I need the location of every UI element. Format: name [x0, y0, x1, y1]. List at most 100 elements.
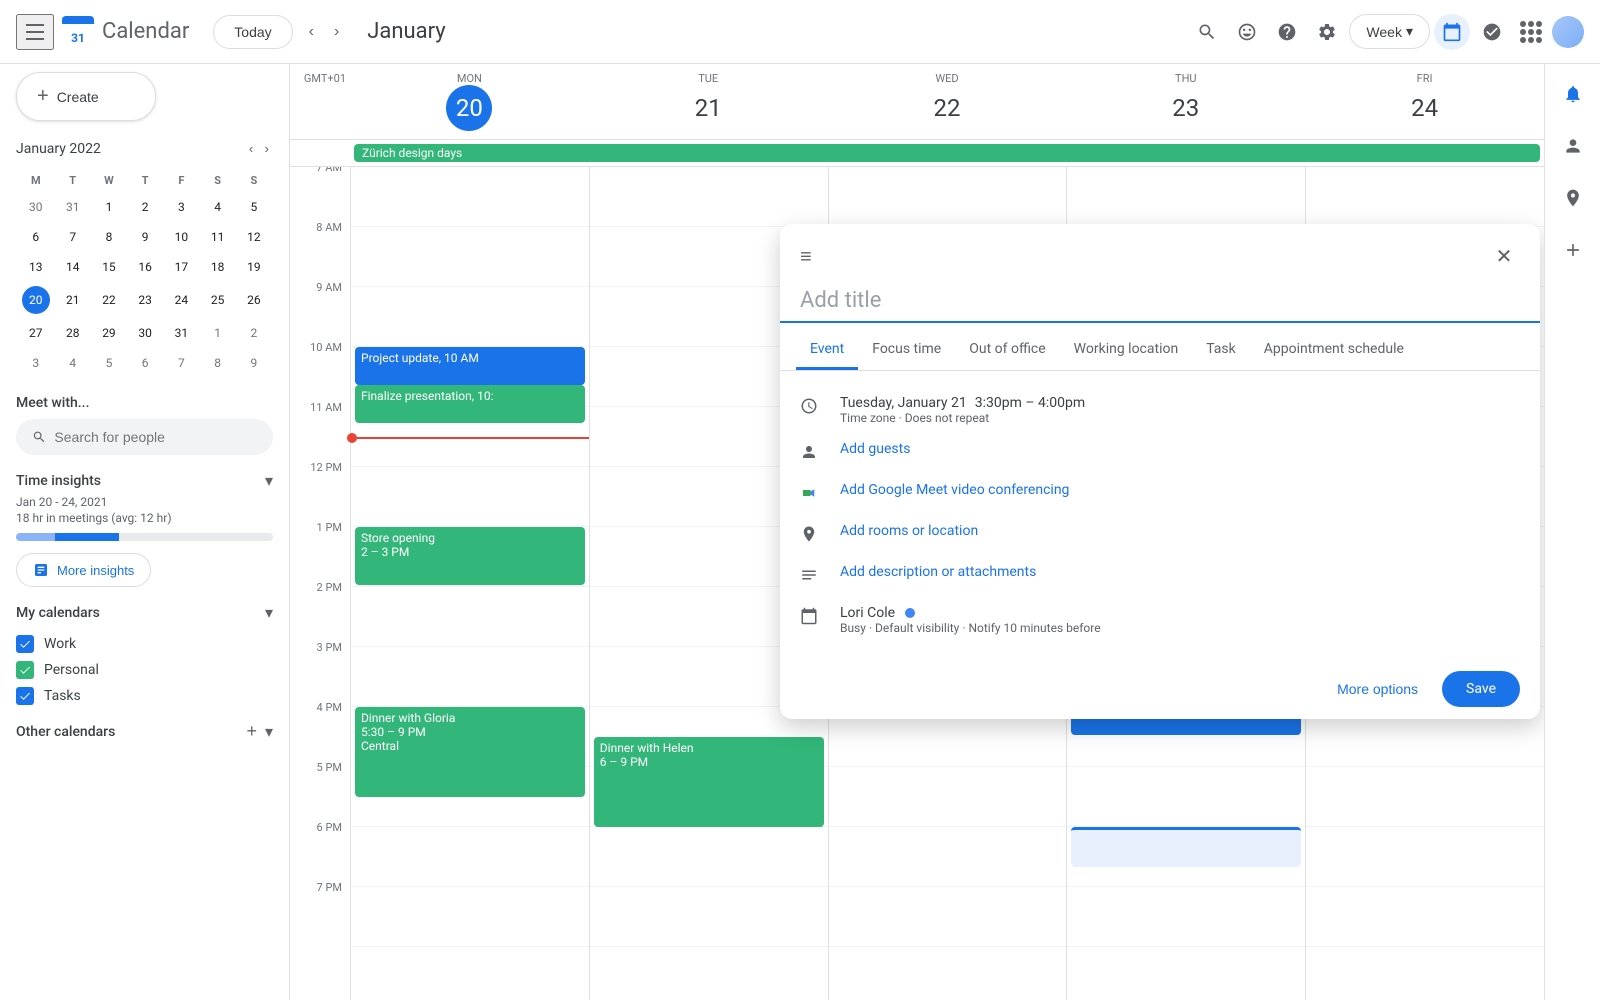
- mini-cal-day[interactable]: 8: [92, 223, 126, 251]
- contacts-icon[interactable]: [1555, 128, 1591, 164]
- other-cal-collapse[interactable]: ▾: [265, 717, 273, 746]
- work-checkbox[interactable]: [16, 635, 34, 653]
- user-avatar[interactable]: [1552, 16, 1584, 48]
- tab-event[interactable]: Event: [796, 331, 858, 370]
- more-insights-button[interactable]: More insights: [16, 553, 151, 587]
- tab-task[interactable]: Task: [1192, 331, 1250, 370]
- mini-cal-today-cell[interactable]: 20: [18, 283, 54, 317]
- mini-cal-day[interactable]: 4: [56, 349, 90, 377]
- event-timezone[interactable]: Time zone · Does not repeat: [840, 411, 1085, 425]
- mini-cal-day[interactable]: 29: [92, 319, 126, 347]
- other-calendars-header: Other calendars + ▾: [16, 717, 273, 746]
- today-button[interactable]: Today: [213, 15, 292, 49]
- more-insights-label: More insights: [57, 563, 134, 578]
- mini-cal-day[interactable]: 14: [56, 253, 90, 281]
- mini-cal-day[interactable]: 9: [237, 349, 271, 377]
- tab-appointment[interactable]: Appointment schedule: [1250, 331, 1418, 370]
- mini-cal-day[interactable]: 30: [18, 193, 54, 221]
- event-title-input[interactable]: [780, 280, 1540, 323]
- maps-icon[interactable]: [1555, 180, 1591, 216]
- mini-cal-day[interactable]: 10: [164, 223, 198, 251]
- mini-cal-day[interactable]: 1: [200, 319, 234, 347]
- tab-out-of-office[interactable]: Out of office: [955, 331, 1059, 370]
- calendar-item-tasks[interactable]: Tasks: [16, 683, 273, 709]
- tab-focus-time[interactable]: Focus time: [858, 331, 955, 370]
- mini-cal-day[interactable]: 27: [18, 319, 54, 347]
- mini-cal-day[interactable]: 13: [18, 253, 54, 281]
- settings-button[interactable]: [1309, 14, 1345, 50]
- tasks-button[interactable]: [1474, 14, 1510, 50]
- prev-period-button[interactable]: ‹: [301, 15, 322, 49]
- mini-cal-day[interactable]: 6: [128, 349, 162, 377]
- modal-close-button[interactable]: ✕: [1488, 240, 1520, 272]
- apps-button[interactable]: [1514, 15, 1548, 49]
- mini-cal-day[interactable]: 30: [128, 319, 162, 347]
- create-button[interactable]: + Create: [16, 72, 156, 121]
- mini-cal-next[interactable]: ›: [261, 137, 273, 160]
- mini-cal-day[interactable]: 24: [164, 283, 198, 317]
- view-selector[interactable]: Week ▾: [1349, 14, 1430, 49]
- tasks-checkbox[interactable]: [16, 687, 34, 705]
- mini-cal-day[interactable]: 4: [200, 193, 234, 221]
- search-people-input[interactable]: [54, 429, 257, 445]
- feedback-button[interactable]: [1229, 14, 1265, 50]
- menu-button[interactable]: [16, 14, 54, 50]
- mini-cal-day[interactable]: 23: [128, 283, 162, 317]
- mini-cal-day[interactable]: 2: [128, 193, 162, 221]
- owner-content: Lori Cole Busy · Default visibility · No…: [840, 605, 1101, 635]
- mini-cal-day[interactable]: 9: [128, 223, 162, 251]
- mini-cal-day[interactable]: 17: [164, 253, 198, 281]
- add-description-link[interactable]: Add description or attachments: [840, 564, 1036, 580]
- mini-cal-day[interactable]: 31: [56, 193, 90, 221]
- time-insights-hours: 18 hr in meetings (avg: 12 hr): [16, 511, 273, 525]
- mini-cal-day[interactable]: 18: [200, 253, 234, 281]
- tab-working-location[interactable]: Working location: [1060, 331, 1193, 370]
- mini-cal-day[interactable]: 8: [200, 349, 234, 377]
- mini-cal-day[interactable]: 16: [128, 253, 162, 281]
- mini-cal-day[interactable]: 7: [164, 349, 198, 377]
- mini-cal-day[interactable]: 3: [164, 193, 198, 221]
- mini-cal-day[interactable]: 22: [92, 283, 126, 317]
- event-date[interactable]: Tuesday, January 21: [840, 395, 967, 411]
- mini-cal-day[interactable]: 28: [56, 319, 90, 347]
- mini-cal-prev[interactable]: ‹: [245, 137, 257, 160]
- calendar-item-personal[interactable]: Personal: [16, 657, 273, 683]
- time-insights-title: Time insights: [16, 473, 101, 489]
- mini-cal-day[interactable]: 7: [56, 223, 90, 251]
- mini-cal-day[interactable]: 3: [18, 349, 54, 377]
- next-period-button[interactable]: ›: [326, 15, 347, 49]
- mini-cal-day[interactable]: 21: [56, 283, 90, 317]
- modal-body: Tuesday, January 21 3:30pm – 4:00pm Time…: [780, 371, 1540, 659]
- mini-cal-day[interactable]: 25: [200, 283, 234, 317]
- add-location-link[interactable]: Add rooms or location: [840, 523, 978, 539]
- add-guests-link[interactable]: Add guests: [840, 441, 910, 457]
- more-options-button[interactable]: More options: [1325, 673, 1430, 705]
- mini-cal-day[interactable]: 12: [237, 223, 271, 251]
- personal-checkbox[interactable]: [16, 661, 34, 679]
- add-meet-link[interactable]: Add Google Meet video conferencing: [840, 482, 1069, 498]
- save-button[interactable]: Save: [1442, 671, 1520, 707]
- mini-cal-day[interactable]: 1: [92, 193, 126, 221]
- search-button[interactable]: [1189, 14, 1225, 50]
- mini-cal-day[interactable]: 31: [164, 319, 198, 347]
- help-button[interactable]: [1269, 14, 1305, 50]
- mini-cal-day[interactable]: 5: [92, 349, 126, 377]
- reminders-icon[interactable]: [1555, 76, 1591, 112]
- mini-cal-day[interactable]: 15: [92, 253, 126, 281]
- mini-cal-day[interactable]: 5: [237, 193, 271, 221]
- mini-cal-day[interactable]: 2: [237, 319, 271, 347]
- mini-cal-day[interactable]: 26: [237, 283, 271, 317]
- mini-cal-day[interactable]: 19: [237, 253, 271, 281]
- add-other-calendar[interactable]: +: [242, 717, 261, 746]
- calendar-item-work[interactable]: Work: [16, 631, 273, 657]
- nav-arrows: ‹ ›: [301, 15, 348, 49]
- mini-cal-day[interactable]: 11: [200, 223, 234, 251]
- my-calendars-collapse[interactable]: ▾: [265, 603, 273, 623]
- calendar-view-button[interactable]: [1434, 14, 1470, 50]
- event-time-range[interactable]: 3:30pm – 4:00pm: [975, 395, 1085, 411]
- time-insights-collapse[interactable]: ▾: [265, 471, 273, 491]
- mini-cal-day[interactable]: 6: [18, 223, 54, 251]
- plus-icon: +: [37, 85, 49, 108]
- search-people-box[interactable]: [16, 419, 273, 455]
- add-panel-icon[interactable]: [1555, 232, 1591, 268]
